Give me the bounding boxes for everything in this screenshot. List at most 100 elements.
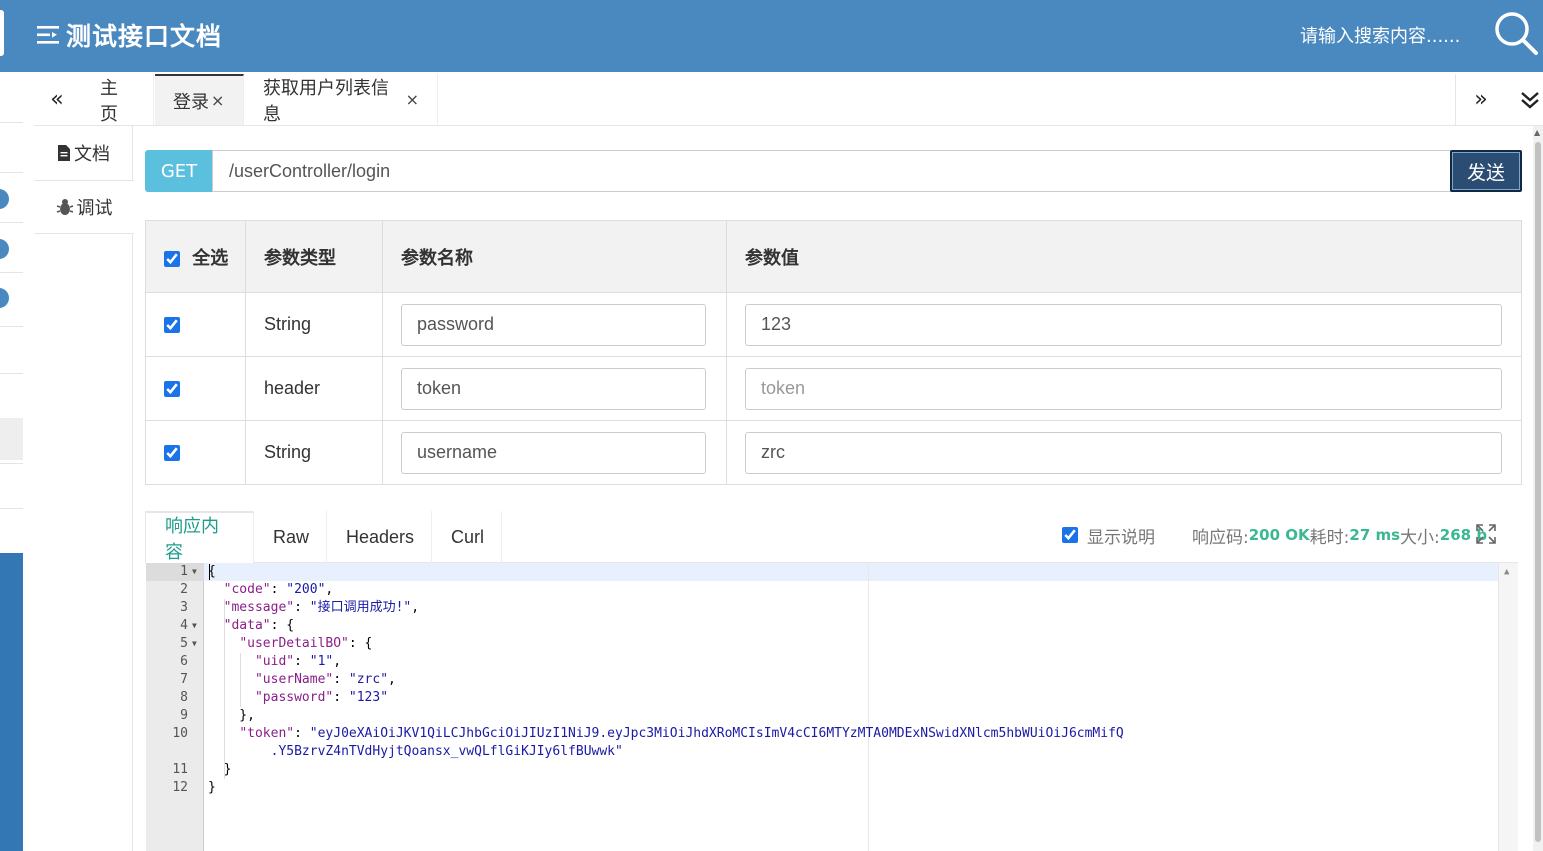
code-line: "code": "200", (223, 582, 334, 597)
tab-close-icon[interactable]: × (211, 91, 224, 110)
row-checkbox[interactable] (164, 317, 180, 334)
print-margin (868, 563, 869, 851)
line-number: 2 (180, 582, 188, 597)
editor-scrollbar[interactable]: ▲ (1498, 563, 1518, 851)
param-name-input[interactable] (401, 367, 706, 410)
nav-bubble-icon[interactable] (0, 239, 9, 259)
select-all-header: 全选 (145, 220, 246, 293)
line-number: 4 (180, 618, 188, 633)
row-checkbox[interactable] (164, 445, 180, 462)
tab-home[interactable]: 主页 (82, 74, 154, 125)
table-row: String (145, 420, 1522, 485)
code-line: "message": "接口调用成功!", (223, 600, 420, 615)
code-line: "data": { (223, 618, 295, 633)
line-number: 7 (180, 672, 188, 687)
scroll-up-arrow-icon[interactable]: ▲ (1504, 567, 1509, 577)
code-line: "userDetailBO": { (239, 636, 373, 651)
header-left-edge (0, 10, 4, 56)
scrollbar-thumb[interactable] (1535, 142, 1541, 842)
response-meta: 显示说明 响应码: 200 OK 耗时: 27 ms 大小: 268 b (1062, 511, 1487, 559)
side-tab-doc[interactable]: 文档 (34, 126, 133, 180)
line-number: 6 (180, 654, 188, 669)
param-value-input[interactable] (745, 367, 1502, 410)
nav-bottom-panel (0, 553, 23, 851)
nav-divider (0, 463, 23, 464)
tab-scroll-right-button[interactable]: » (1458, 74, 1504, 125)
code-line: } (208, 762, 232, 777)
side-tab-label: 调试 (76, 198, 113, 219)
response-tab-content[interactable]: 响应内容 (145, 511, 254, 563)
response-tabs: 响应内容 Raw Headers Curl 显示说明 响应码: 200 OK 耗… (145, 511, 1518, 563)
response-tab-curl[interactable]: Curl (432, 511, 502, 563)
menu-toggle-icon[interactable] (36, 24, 60, 46)
show-desc-label: 显示说明 (1087, 527, 1155, 548)
code-line: "userName": "zrc", (254, 672, 396, 687)
param-value-input[interactable] (745, 303, 1502, 346)
nav-divider (0, 326, 23, 327)
tab-close-icon[interactable]: × (406, 90, 419, 109)
document-icon (58, 145, 70, 161)
url-input[interactable] (212, 150, 1451, 192)
line-number: 12 (172, 780, 188, 795)
nav-bubble-icon[interactable] (0, 189, 9, 209)
page-scrollbar[interactable]: ▲ (1533, 126, 1543, 851)
app-title: 测试接口文档 (66, 22, 223, 51)
scroll-up-arrow-icon[interactable]: ▲ (1534, 128, 1540, 137)
table-row: String (145, 292, 1522, 357)
param-type-cell: String (245, 420, 383, 485)
search-input[interactable] (1300, 22, 1480, 50)
http-method-badge: GET (145, 150, 213, 192)
side-tab-debug[interactable]: 调试 (34, 180, 134, 234)
tab-label: 主页 (100, 77, 118, 125)
row-checkbox[interactable] (164, 381, 180, 398)
nav-bubble-icon[interactable] (0, 288, 9, 308)
tab-scroll-left-button[interactable]: « (34, 74, 80, 125)
code-line: .Y5BzrvZ4nTVdHyjtQoansx_vwQLflGiKJIy6lfB… (270, 744, 623, 759)
select-all-label: 全选 (192, 247, 229, 269)
size-label: 大小: (1400, 527, 1440, 548)
tab-login[interactable]: 登录 × (155, 74, 244, 125)
param-type-header: 参数类型 (245, 220, 383, 293)
line-number: 3 (180, 600, 188, 615)
time-label: 耗时: (1309, 527, 1350, 548)
line-number: 11 (172, 762, 188, 777)
tab-bar-divider (1455, 74, 1456, 126)
code-line: }, (208, 708, 255, 723)
fold-arrow-icon[interactable]: ▼ (192, 563, 200, 581)
active-line-highlight (146, 563, 1498, 581)
nav-divider (0, 222, 23, 223)
side-tab-label: 文档 (74, 144, 110, 165)
param-value-input[interactable] (745, 431, 1502, 474)
param-type-cell: header (245, 356, 383, 421)
code-line: "uid": "1", (254, 654, 342, 669)
line-number: 9 (180, 708, 188, 723)
fold-arrow-icon[interactable]: ▼ (192, 617, 200, 635)
response-tab-headers[interactable]: Headers (327, 511, 432, 563)
nav-divider (0, 508, 23, 509)
param-name-input[interactable] (401, 303, 706, 346)
search-icon[interactable] (1492, 9, 1540, 57)
double-chevron-down-icon[interactable] (1520, 90, 1540, 110)
bug-icon (56, 199, 73, 215)
tab-user-list[interactable]: 获取用户列表信息 × (245, 74, 438, 125)
text-cursor (209, 564, 210, 580)
send-button[interactable]: 发送 (1450, 150, 1522, 192)
nav-item-selected[interactable] (0, 418, 23, 460)
line-number: 1 (180, 564, 188, 579)
request-url-bar: GET 发送 (145, 150, 1522, 192)
select-all-checkbox[interactable] (164, 250, 180, 267)
show-desc-checkbox[interactable] (1062, 527, 1078, 543)
code-line: "password": "123" (254, 690, 389, 705)
fold-arrow-icon[interactable]: ▼ (192, 635, 200, 653)
left-nav-collapsed (0, 72, 23, 851)
tab-bar: « 主页 登录 × 获取用户列表信息 × » (34, 74, 1543, 126)
params-table: 全选 参数类型 参数名称 参数值 String header String (145, 220, 1522, 485)
response-tab-raw[interactable]: Raw (254, 511, 327, 563)
code-line: } (208, 780, 216, 795)
table-row: header (145, 356, 1522, 421)
nav-divider (0, 172, 23, 173)
response-body-editor[interactable]: 1 ▼ 2 3 4 ▼ 5 ▼ 6 7 8 9 10 11 12 { "code… (146, 563, 1518, 851)
fullscreen-icon[interactable] (1475, 523, 1497, 545)
line-number: 8 (180, 690, 188, 705)
param-name-input[interactable] (401, 431, 706, 474)
